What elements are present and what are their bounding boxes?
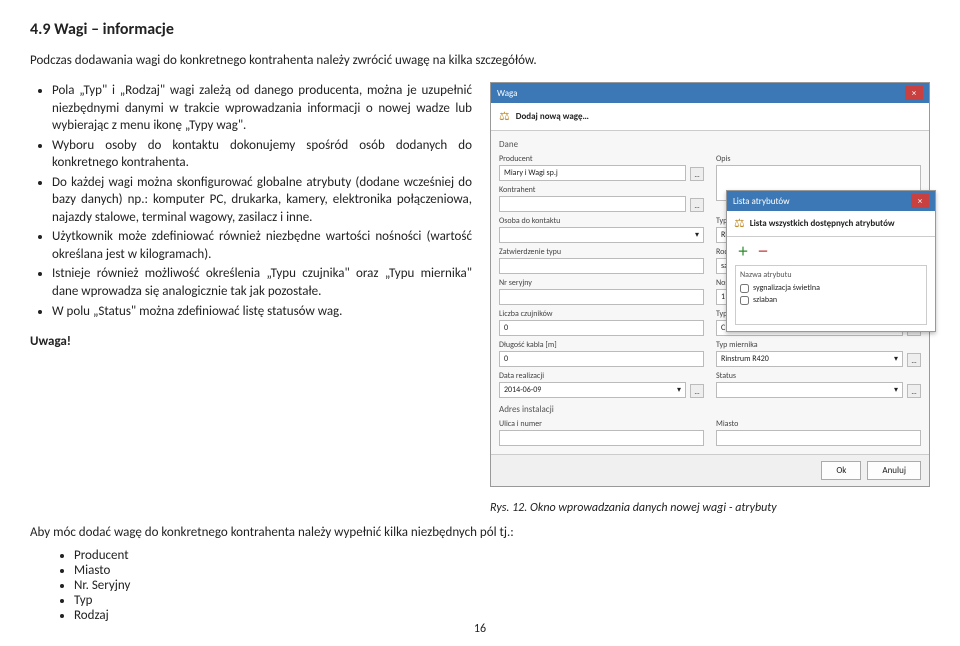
dlugosc-input[interactable]: 0 — [499, 351, 704, 367]
typmier-label: Typ miernika — [716, 340, 921, 350]
list-item: Producent — [74, 548, 930, 563]
ellipsis-button[interactable]: … — [907, 353, 921, 367]
scale-icon: ⚖ — [734, 216, 745, 231]
nrser-label: Nr seryjny — [499, 278, 704, 288]
ulica-label: Ulica i numer — [499, 419, 704, 429]
attribute-column-header: Nazwa atrybutu — [740, 270, 922, 280]
kontrahent-label: Kontrahent — [499, 185, 704, 195]
ok-button[interactable]: Ok — [821, 461, 861, 480]
opis-label: Opis — [716, 154, 921, 164]
osoba-label: Osoba do kontaktu — [499, 216, 704, 226]
status-label: Status — [716, 371, 921, 381]
scale-icon: ⚖ — [499, 109, 510, 124]
list-item: Typ — [74, 593, 930, 608]
chevron-down-icon: ▾ — [894, 354, 898, 364]
attribute-row[interactable]: szlaban — [740, 295, 922, 305]
nrser-input[interactable] — [499, 289, 704, 305]
producent-input[interactable]: Miary i Wagi sp.j — [499, 165, 686, 181]
window-titlebar: Waga × — [491, 83, 929, 103]
zatw-input[interactable] — [499, 258, 704, 274]
window-header-text: Lista wszystkich dostępnych atrybutów — [750, 218, 895, 229]
after-text: Aby móc dodać wagę do konkretnego kontra… — [30, 525, 930, 540]
producent-label: Producent — [499, 154, 704, 164]
group-label-adres: Adres instalacji — [499, 404, 921, 415]
close-icon[interactable]: × — [911, 194, 929, 208]
attribute-row[interactable]: sygnalizacja świetlna — [740, 283, 922, 293]
attribute-name: szlaban — [753, 295, 777, 305]
intro-text: Podczas dodawania wagi do konkretnego ko… — [30, 53, 930, 68]
section-heading: 4.9 Wagi – informacje — [30, 20, 930, 39]
window-title-text: Waga — [497, 88, 517, 99]
ellipsis-button[interactable]: … — [690, 198, 704, 212]
add-icon[interactable]: ＋ — [735, 243, 751, 259]
checkbox[interactable] — [740, 296, 749, 305]
bullet-item: Istnieje również możliwość określenia „T… — [52, 265, 472, 300]
liczba-label: Liczba czujników — [499, 309, 704, 319]
lista-atrybutow-window: Lista atrybutów × ⚖ Lista wszystkich dos… — [726, 190, 936, 332]
list-item: Rodzaj — [74, 608, 930, 623]
status-input[interactable]: ▾ — [716, 382, 903, 398]
typmier-input[interactable]: Rinstrum R420 ▾ — [716, 351, 903, 367]
window-titlebar: Lista atrybutów × — [727, 191, 935, 211]
bullet-item: Wyboru osoby do kontaktu dokonujemy spoś… — [52, 137, 472, 172]
chevron-down-icon: ▾ — [894, 385, 898, 395]
attribute-name: sygnalizacja świetlna — [753, 283, 820, 293]
main-bullet-list: Pola „Typ" i „Rodzaj" wagi zależą od dan… — [30, 82, 472, 320]
group-label-dane: Dane — [499, 139, 921, 150]
window-title-text: Lista atrybutów — [733, 196, 790, 207]
figure-caption: Rys. 12. Okno wprowadzania danych nowej … — [490, 501, 930, 515]
list-item: Nr. Seryjny — [74, 578, 930, 593]
ulica-input[interactable] — [499, 430, 704, 446]
zatw-label: Zatwierdzenie typu — [499, 247, 704, 257]
cancel-button[interactable]: Anuluj — [867, 461, 921, 480]
chevron-down-icon: ▾ — [677, 385, 681, 395]
warning-heading: Uwaga! — [30, 334, 472, 349]
attribute-list: Nazwa atrybutu sygnalizacja świetlna szl… — [735, 265, 927, 325]
chevron-down-icon: ▾ — [695, 230, 699, 240]
bullet-item: W polu „Status" można zdefiniować listę … — [52, 303, 472, 321]
bullet-item: Do każdej wagi można skonfigurować globa… — [52, 174, 472, 227]
data-value: 2014-06-09 — [504, 385, 541, 395]
miasto-label: Miasto — [716, 419, 921, 429]
miasto-input[interactable] — [716, 430, 921, 446]
remove-icon[interactable]: － — [755, 243, 771, 259]
close-icon[interactable]: × — [905, 86, 923, 100]
window-header: ⚖ Lista wszystkich dostępnych atrybutów — [727, 211, 935, 237]
window-header-text: Dodaj nową wagę… — [516, 111, 589, 122]
ellipsis-button[interactable]: … — [690, 384, 704, 398]
ellipsis-button[interactable]: … — [690, 167, 704, 181]
page-number: 16 — [474, 622, 486, 636]
bullet-item: Pola „Typ" i „Rodzaj" wagi zależą od dan… — [52, 82, 472, 135]
dlugosc-label: Długość kabla [m] — [499, 340, 704, 350]
ellipsis-button[interactable]: … — [907, 384, 921, 398]
checkbox[interactable] — [740, 284, 749, 293]
typmier-value: Rinstrum R420 — [721, 354, 769, 364]
osoba-input[interactable]: ▾ — [499, 227, 704, 243]
list-item: Miasto — [74, 563, 930, 578]
window-header: ⚖ Dodaj nową wagę… — [491, 103, 929, 131]
data-label: Data realizacji — [499, 371, 704, 381]
kontrahent-input[interactable] — [499, 196, 686, 212]
required-fields-list: Producent Miasto Nr. Seryjny Typ Rodzaj — [30, 548, 930, 623]
liczba-input[interactable]: 0 — [499, 320, 704, 336]
data-input[interactable]: 2014-06-09 ▾ — [499, 382, 686, 398]
bullet-item: Użytkownik może zdefiniować również niez… — [52, 228, 472, 263]
